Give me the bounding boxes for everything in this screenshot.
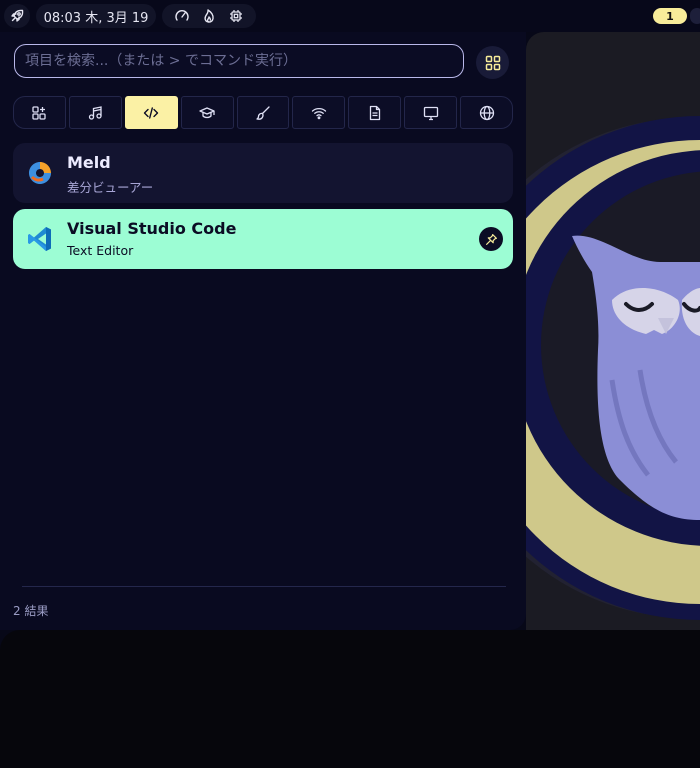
code-icon	[144, 106, 159, 119]
tab-multimedia[interactable]	[68, 96, 122, 129]
category-tabs	[13, 96, 514, 129]
divider	[22, 586, 506, 587]
wifi-icon	[311, 107, 327, 119]
music-icon	[89, 105, 102, 120]
gauge-icon	[174, 10, 189, 21]
tab-network[interactable]	[292, 96, 346, 129]
launcher-button[interactable]	[4, 4, 30, 28]
tab-education[interactable]	[180, 96, 234, 129]
tab-development[interactable]	[124, 96, 178, 129]
system-status[interactable]	[162, 4, 256, 28]
grid-view-button[interactable]	[476, 46, 509, 79]
search-input[interactable]	[14, 44, 464, 78]
result-item-meld[interactable]: Meld 差分ビューアー	[13, 143, 513, 203]
result-subtitle: Text Editor	[67, 243, 134, 258]
tab-all-apps[interactable]	[13, 96, 66, 129]
monitor-icon	[423, 106, 438, 120]
graduation-cap-icon	[199, 106, 215, 118]
pin-button[interactable]	[479, 227, 503, 251]
top-bar: 08:03 木, 3月 19 1	[0, 0, 700, 32]
cpu-icon	[230, 10, 243, 22]
desktop-background-bottom	[0, 630, 700, 768]
grid-icon	[485, 55, 500, 70]
launcher-panel: Meld 差分ビューアー Visual Studio Code Text Edi…	[0, 32, 526, 630]
apps-icon	[32, 105, 47, 120]
meld-icon	[29, 162, 51, 184]
flame-icon	[204, 9, 214, 23]
tab-graphics[interactable]	[236, 96, 290, 129]
result-count: 2 結果	[13, 604, 49, 618]
vscode-icon	[28, 227, 51, 251]
brush-icon	[256, 105, 270, 120]
desktop-wallpaper	[526, 32, 700, 630]
globe-icon	[479, 105, 494, 120]
result-subtitle: 差分ビューアー	[67, 180, 154, 195]
owl-logo-image	[526, 116, 700, 620]
workspace-indicator[interactable]	[690, 8, 700, 24]
tab-system[interactable]	[404, 96, 458, 129]
tab-office[interactable]	[348, 96, 402, 129]
rocket-icon	[11, 9, 24, 22]
clock[interactable]: 08:03 木, 3月 19	[36, 4, 156, 28]
result-item-vscode[interactable]: Visual Studio Code Text Editor	[13, 209, 513, 269]
tab-internet[interactable]	[460, 96, 514, 129]
result-title: Visual Studio Code	[67, 219, 237, 238]
workspace-badge[interactable]: 1	[653, 8, 687, 24]
result-title: Meld	[67, 153, 111, 172]
document-icon	[369, 105, 380, 120]
pin-icon	[485, 233, 497, 245]
